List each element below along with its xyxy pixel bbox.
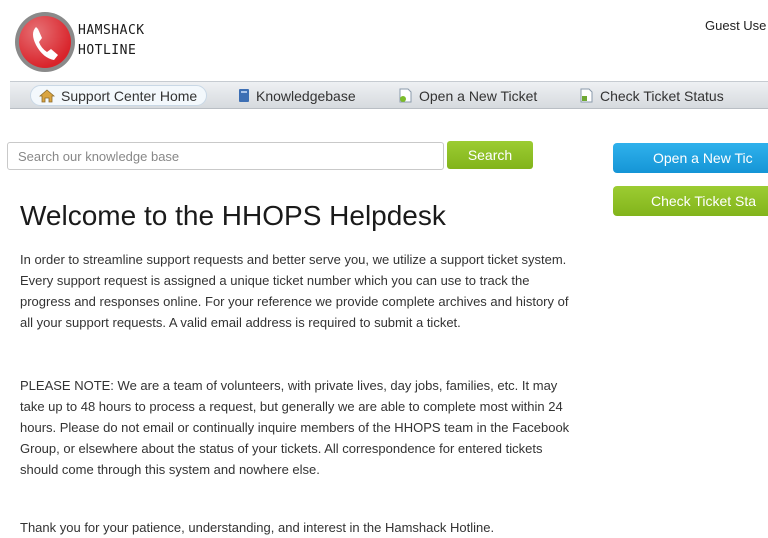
nav-open-new-ticket[interactable]: Open a New Ticket: [399, 85, 537, 106]
search-button[interactable]: Search: [447, 141, 533, 169]
nav-knowledgebase[interactable]: Knowledgebase: [238, 85, 356, 106]
open-new-ticket-button[interactable]: Open a New Tic: [613, 143, 768, 173]
guest-user-label: Guest Use: [705, 18, 767, 33]
logo-text: HAMSHACK HOTLINE: [78, 21, 145, 61]
nav-label: Open a New Ticket: [419, 87, 538, 104]
search-input[interactable]: [7, 142, 444, 170]
main-navigation: Support Center Home Knowledgebase Open a…: [10, 81, 768, 109]
home-icon: [39, 88, 55, 102]
intro-paragraph: In order to streamline support requests …: [20, 252, 569, 330]
nav-check-ticket-status[interactable]: Check Ticket Status: [580, 85, 724, 106]
ticket-status-icon: [580, 88, 593, 103]
book-icon: [239, 89, 249, 102]
phone-logo-icon: [15, 12, 75, 72]
nav-label: Check Ticket Status: [600, 87, 724, 104]
note-paragraph: PLEASE NOTE: We are a team of volunteers…: [20, 378, 570, 477]
logo-line-1: HAMSHACK: [78, 23, 145, 38]
check-ticket-status-button[interactable]: Check Ticket Sta: [613, 186, 768, 216]
new-ticket-icon: [399, 88, 412, 103]
nav-label: Support Center Home: [61, 87, 198, 104]
nav-support-center-home[interactable]: Support Center Home: [30, 85, 208, 106]
page-title: Welcome to the HHOPS Helpdesk: [20, 200, 446, 231]
logo-line-2: HOTLINE: [78, 43, 137, 58]
thanks-paragraph: Thank you for your patience, understandi…: [20, 520, 495, 535]
nav-label: Knowledgebase: [256, 87, 356, 104]
